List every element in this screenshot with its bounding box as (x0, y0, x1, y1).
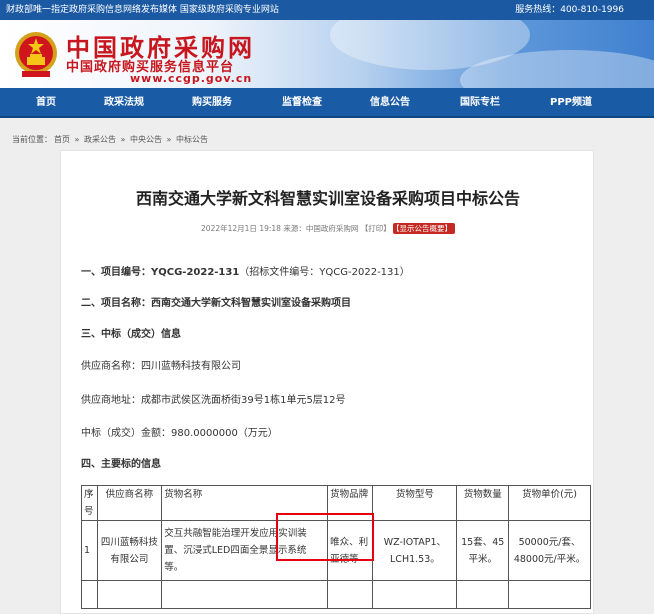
table-cell: 四川蓝畅科技有限公司 (96, 520, 163, 581)
announcement-content: 西南交通大学新文科智慧实训室设备采购项目中标公告 2022年12月1日 19:1… (60, 150, 594, 614)
table-cell: WZ-IOTAP1、LCH1.53。 (372, 520, 458, 581)
nav-item-purchase-services[interactable]: 购买服务 (192, 88, 232, 118)
table-header-cell: 货物型号 (372, 485, 458, 521)
project-number: 一、项目编号：YQCG-2022-131（招标文件编号：YQCG-2022-13… (81, 263, 410, 278)
nav-item-home[interactable]: 首页 (36, 88, 56, 118)
breadcrumb-separator: » (120, 135, 126, 144)
table-header-cell: 供应商名称 (96, 485, 163, 521)
site-banner: 中国政府采购网 中国政府购买服务信息平台 www.ccgp.gov.cn (0, 20, 654, 88)
show-summary-button[interactable]: 【显示公告概要】 (392, 223, 455, 234)
project-name-label: 二、项目名称： (81, 298, 151, 309)
nav-item-ppp[interactable]: PPP频道 (550, 88, 592, 118)
breadcrumb: 当前位置： 首页 » 政采公告 » 中央公告 » 中标公告 (12, 134, 210, 145)
project-name: 二、项目名称：西南交通大学新文科智慧实训室设备采购项目 (81, 294, 351, 309)
table-cell (327, 580, 374, 609)
top-bar: 财政部唯一指定政府采购信息网络发布媒体 国家级政府采购专业网站 服务热线：400… (0, 0, 654, 20)
project-number-value: YQCG-2022-131 (151, 267, 240, 278)
site-url: www.ccgp.gov.cn (130, 72, 253, 85)
service-hotline: 服务热线：400-810-1996 (515, 5, 624, 15)
tender-doc-number: （招标文件编号：YQCG-2022-131） (239, 267, 410, 278)
breadcrumb-home[interactable]: 首页 (54, 135, 70, 144)
table-cell: 50000元/套、48000元/平米。 (508, 520, 591, 581)
table-header-cell: 货物单价(元) (508, 485, 591, 521)
breadcrumb-label: 当前位置： (12, 135, 52, 144)
nav-item-international[interactable]: 国际专栏 (460, 88, 500, 118)
breadcrumb-separator: » (74, 135, 80, 144)
table-cell (372, 580, 458, 609)
award-amount: 中标（成交）金额：980.0000000（万元） (81, 428, 278, 439)
supplier-name: 供应商名称：四川蓝畅科技有限公司 (81, 361, 241, 372)
breadcrumb-central[interactable]: 中央公告 (130, 135, 162, 144)
national-emblem-icon (15, 32, 57, 77)
top-bar-slogan: 财政部唯一指定政府采购信息网络发布媒体 国家级政府采购专业网站 (6, 5, 279, 15)
breadcrumb-separator: » (166, 135, 172, 144)
table-cell (456, 580, 510, 609)
publish-info: 2022年12月1日 19:18 来源：中国政府采购网 【打印】 (201, 224, 391, 233)
main-nav: 首页 政采法规 购买服务 监督检查 信息公告 国际专栏 PPP频道 (0, 88, 654, 118)
table-cell: 1 (81, 520, 98, 581)
breadcrumb-announcements[interactable]: 政采公告 (84, 135, 116, 144)
table-cell (508, 580, 591, 609)
page-title: 西南交通大学新文科智慧实训室设备采购项目中标公告 (135, 189, 520, 208)
project-number-label: 一、项目编号： (81, 267, 151, 278)
supplier-address: 供应商地址：成都市武侯区洗面桥街39号1栋1单元5层12号 (81, 395, 346, 406)
highlight-box (276, 513, 374, 561)
table-header-cell: 货物数量 (456, 485, 510, 521)
nav-item-regulations[interactable]: 政采法规 (104, 88, 144, 118)
table-header-cell: 序号 (81, 485, 98, 521)
table-cell (161, 580, 329, 609)
table-cell (81, 580, 98, 609)
breadcrumb-award[interactable]: 中标公告 (176, 135, 208, 144)
section-award-info: 三、中标（成交）信息 (81, 329, 181, 340)
article-meta: 2022年12月1日 19:18 来源：中国政府采购网 【打印】 【显示公告概要】 (61, 223, 595, 234)
table-cell (96, 580, 163, 609)
section-main-items: 四、主要标的信息 (81, 459, 161, 470)
nav-item-announcements[interactable]: 信息公告 (370, 88, 410, 118)
table-cell: 15套、45平米。 (456, 520, 510, 581)
table-row (81, 580, 591, 609)
project-name-value: 西南交通大学新文科智慧实训室设备采购项目 (151, 298, 351, 309)
nav-item-supervision[interactable]: 监督检查 (282, 88, 322, 118)
